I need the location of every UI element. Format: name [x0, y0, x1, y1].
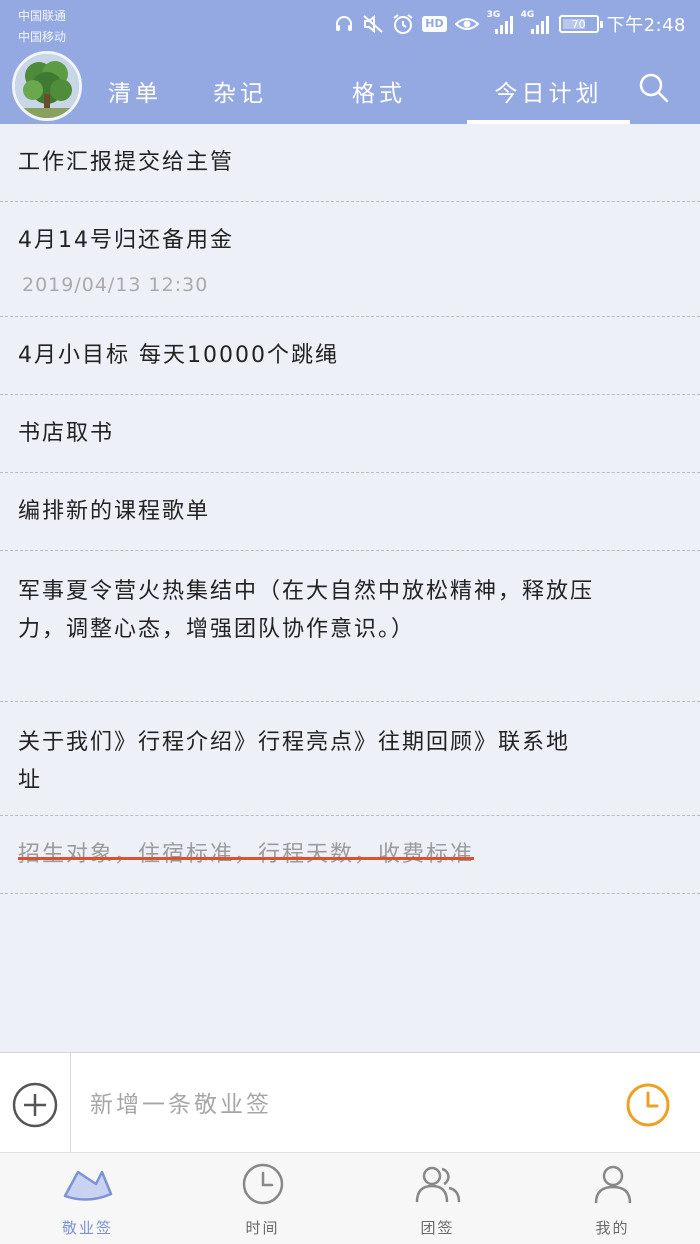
list-item[interactable]: 4月14号归还备用金 2019/04/13 12:30 [0, 202, 700, 317]
tab-label: 格式 [352, 81, 406, 107]
new-note-input[interactable] [90, 1083, 590, 1127]
tab-geshi[interactable]: 格式 [334, 62, 424, 124]
avatar[interactable] [12, 51, 82, 121]
nav-label: 团签 [420, 1219, 455, 1237]
list-item[interactable]: 4月小目标 每天10000个跳绳 [0, 317, 700, 395]
tab-zaji[interactable]: 杂记 [195, 62, 285, 124]
bottom-nav: 敬业签 时间 团签 我的 [0, 1152, 700, 1244]
carrier-info: 中国联通 中国移动 [18, 6, 66, 48]
item-text-content: 招生对象，住宿标准，行程天数，收费标准 [18, 842, 475, 867]
item-text: 4月14号归还备用金 [18, 228, 234, 253]
clock-icon [626, 1083, 670, 1127]
list-item[interactable]: 军事夏令营火热集结中（在大自然中放松精神，释放压力，调整心态，增强团队协作意识。… [0, 551, 700, 702]
note-list: 工作汇报提交给主管 4月14号归还备用金 2019/04/13 12:30 4月… [0, 124, 700, 894]
net-3g-label: 3G [486, 10, 501, 20]
tab-label: 杂记 [213, 81, 267, 107]
carrier-1: 中国联通 [18, 9, 67, 23]
reminder-button[interactable] [624, 1081, 672, 1129]
signal-3g-icon: 3G [486, 10, 513, 35]
nav-label: 时间 [245, 1219, 280, 1237]
nav-label: 我的 [595, 1219, 630, 1237]
tab-qingdan[interactable]: 清单 [90, 62, 180, 124]
nav-me[interactable]: 我的 [525, 1153, 700, 1244]
nav-team[interactable]: 团签 [350, 1153, 525, 1244]
item-text: 工作汇报提交给主管 [18, 150, 235, 175]
carrier-2: 中国移动 [18, 30, 67, 44]
list-item[interactable]: 工作汇报提交给主管 [0, 124, 700, 202]
add-button[interactable] [11, 1081, 59, 1129]
alarm-icon [392, 13, 414, 35]
list-item[interactable]: 编排新的课程歌单 [0, 473, 700, 551]
item-text: 招生对象，住宿标准，行程天数，收费标准 [18, 836, 475, 874]
battery-level: 70 [571, 17, 586, 31]
hd-badge: HD [422, 16, 447, 32]
user-icon [587, 1161, 639, 1207]
item-text: 4月小目标 每天10000个跳绳 [18, 343, 339, 368]
signal-4g-icon: 4G [520, 10, 551, 35]
status-bar-right: HD 3G 4G 70 下午2:48 [334, 10, 686, 38]
item-text: 编排新的课程歌单 [18, 499, 211, 524]
notes-icon [62, 1161, 114, 1207]
item-date: 2019/04/13 12:30 [22, 274, 209, 296]
top-tabs: 清单 杂记 格式 今日计划 [90, 62, 630, 124]
battery-icon: 70 [558, 15, 603, 33]
item-text: 书店取书 [18, 421, 115, 446]
time-icon [237, 1161, 289, 1207]
nav-time[interactable]: 时间 [175, 1153, 350, 1244]
app-header: 中国联通 中国移动 HD 3G 4G 70 下午2:48 清单 杂记 格式 今日… [0, 0, 700, 124]
net-4g-label: 4G [520, 10, 535, 20]
tab-label: 今日计划 [494, 81, 603, 107]
strikethrough-line [18, 857, 475, 860]
list-item-completed[interactable]: 招生对象，住宿标准，行程天数，收费标准 [0, 816, 700, 894]
divider [70, 1053, 71, 1153]
search-button[interactable] [634, 68, 674, 108]
plus-circle-icon [12, 1082, 58, 1128]
item-text: 关于我们》行程介绍》行程亮点》往期回顾》联系地址 [18, 730, 571, 793]
tab-today-plan[interactable]: 今日计划 [467, 62, 630, 124]
tab-label: 清单 [108, 81, 162, 107]
list-item[interactable]: 书店取书 [0, 395, 700, 473]
search-icon [639, 73, 669, 103]
item-text: 军事夏令营火热集结中（在大自然中放松精神，释放压力，调整心态，增强团队协作意识。… [18, 579, 595, 642]
new-note-bar [0, 1052, 700, 1153]
headphones-icon [334, 14, 354, 34]
nav-jingyeqian[interactable]: 敬业签 [0, 1153, 175, 1244]
team-icon [412, 1161, 464, 1207]
eye-icon [454, 15, 479, 33]
nav-label: 敬业签 [61, 1219, 113, 1237]
clock-time: 下午2:48 [606, 15, 686, 36]
list-item[interactable]: 关于我们》行程介绍》行程亮点》往期回顾》联系地址 [0, 702, 700, 816]
mute-icon [362, 14, 384, 34]
